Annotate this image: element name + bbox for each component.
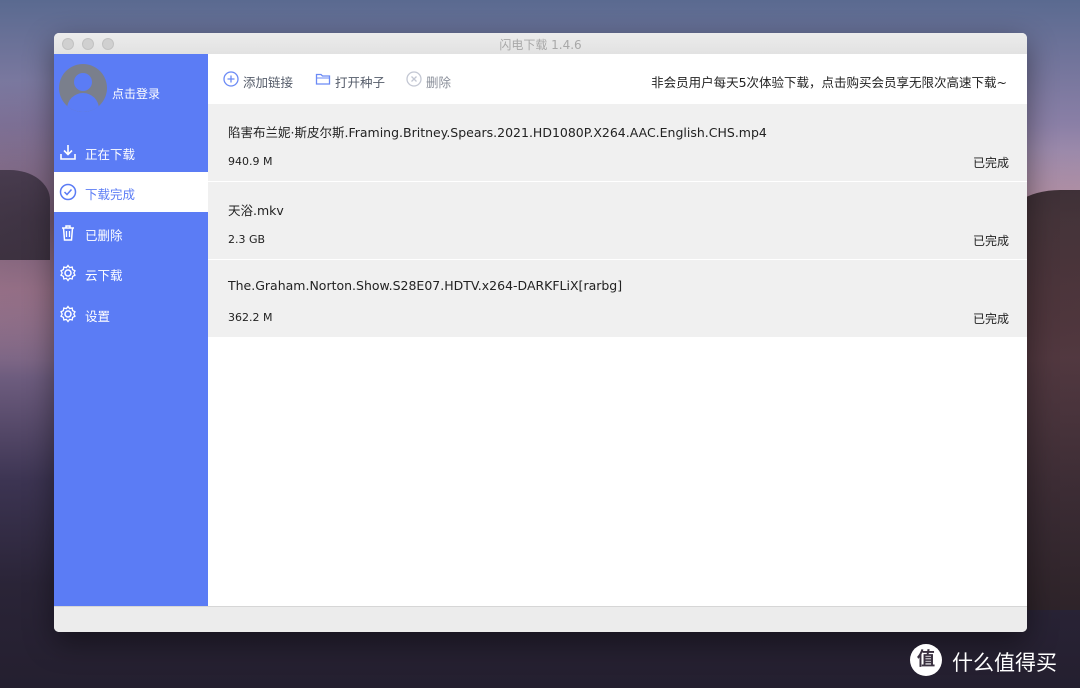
- close-circle-icon: [406, 71, 422, 87]
- list-item[interactable]: 陷害布兰妮·斯皮尔斯.Framing.Britney.Spears.2021.H…: [208, 104, 1027, 182]
- avatar[interactable]: [59, 64, 107, 112]
- file-size: 940.9 M: [228, 155, 273, 168]
- list-item[interactable]: 天浴.mkv 2.3 GB 已完成: [208, 182, 1027, 260]
- login-link[interactable]: 点击登录: [112, 85, 160, 102]
- check-circle-icon: [59, 183, 77, 201]
- desktop-background: 闪电下载 1.4.6 点击登录 正在下载 下载完成 已删除 云下载 设置 添加链…: [0, 0, 1080, 688]
- sidebar-item-completed[interactable]: 下载完成: [54, 172, 208, 212]
- file-name: 天浴.mkv: [228, 203, 284, 218]
- toolbar: 添加链接 打开种子 删除 非会员用户每天5次体验下载，点击购买会员享无限次高速下…: [208, 54, 1027, 104]
- sidebar-item-label: 下载完成: [85, 187, 136, 202]
- download-list: 陷害布兰妮·斯皮尔斯.Framing.Britney.Spears.2021.H…: [208, 104, 1027, 338]
- sidebar-item-label: 正在下载: [85, 147, 136, 162]
- delete-button[interactable]: 删除: [406, 71, 461, 90]
- add-link-label: 添加链接: [243, 75, 294, 90]
- status-label: 已完成: [972, 156, 1009, 170]
- file-name: The.Graham.Norton.Show.S28E07.HDTV.x264-…: [228, 278, 623, 293]
- download-icon: [60, 145, 76, 160]
- add-link-button[interactable]: 添加链接: [223, 71, 303, 90]
- sidebar-item-downloading[interactable]: 正在下载: [54, 132, 208, 172]
- delete-label: 删除: [426, 75, 452, 90]
- title-bar[interactable]: 闪电下载 1.4.6: [54, 33, 1027, 55]
- app-window: 闪电下载 1.4.6 点击登录 正在下载 下载完成 已删除 云下载 设置 添加链…: [54, 33, 1027, 632]
- watermark-text: 什么值得买: [952, 651, 1057, 675]
- gear-icon: [60, 305, 76, 323]
- sidebar-item-settings[interactable]: 设置: [54, 294, 208, 334]
- sidebar-item-deleted[interactable]: 已删除: [54, 213, 208, 253]
- file-name: 陷害布兰妮·斯皮尔斯.Framing.Britney.Spears.2021.H…: [228, 125, 767, 140]
- plus-circle-icon: [223, 71, 239, 87]
- window-title: 闪电下载 1.4.6: [499, 38, 582, 52]
- file-size: 2.3 GB: [228, 233, 266, 246]
- folder-icon: [315, 73, 331, 85]
- status-label: 已完成: [972, 312, 1009, 326]
- main-panel: 添加链接 打开种子 删除 非会员用户每天5次体验下载，点击购买会员享无限次高速下…: [208, 54, 1027, 606]
- status-label: 已完成: [972, 234, 1009, 248]
- desktop-hill-left: [0, 170, 50, 260]
- promo-banner[interactable]: 非会员用户每天5次体验下载，点击购买会员享无限次高速下载~: [651, 72, 1007, 91]
- sidebar-item-label: 云下载: [85, 268, 123, 283]
- list-item[interactable]: The.Graham.Norton.Show.S28E07.HDTV.x264-…: [208, 260, 1027, 338]
- sidebar: 点击登录 正在下载 下载完成 已删除 云下载 设置: [54, 54, 208, 606]
- avatar-body-shape: [67, 93, 99, 112]
- file-size: 362.2 M: [228, 311, 273, 324]
- sidebar-item-cloud-download[interactable]: 云下载: [54, 253, 208, 293]
- open-torrent-label: 打开种子: [335, 75, 386, 90]
- avatar-head-shape: [74, 73, 92, 91]
- status-bar: [54, 606, 1027, 632]
- sidebar-item-label: 设置: [85, 309, 111, 324]
- watermark-logo: 值: [910, 644, 942, 676]
- gear-icon: [60, 264, 76, 282]
- open-torrent-button[interactable]: 打开种子: [315, 71, 395, 90]
- trash-icon: [62, 225, 74, 241]
- sidebar-item-label: 已删除: [85, 228, 123, 243]
